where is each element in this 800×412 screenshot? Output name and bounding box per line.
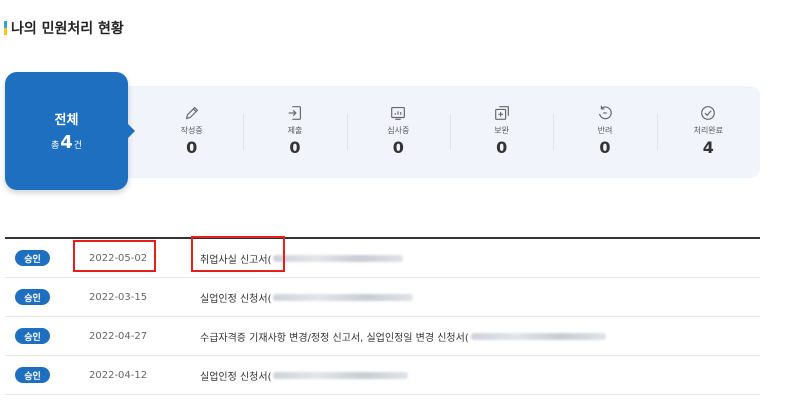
pencil-icon bbox=[185, 106, 198, 120]
supplement-icon bbox=[494, 106, 509, 120]
row-date: 2022-04-27 bbox=[89, 330, 148, 342]
status-value: 0 bbox=[392, 138, 404, 157]
row-date: 2022-03-15 bbox=[89, 291, 148, 303]
table-row[interactable]: 승인 2022-05-02 취업사실 신고서( bbox=[5, 239, 760, 278]
status-value: 0 bbox=[289, 138, 301, 157]
status-item-submitted[interactable]: 제출 0 bbox=[243, 86, 346, 178]
status-item-writing[interactable]: 작성중 0 bbox=[140, 86, 243, 178]
page-title-text: 나의 민원처리 현황 bbox=[11, 21, 124, 37]
table-row[interactable]: 승인 2022-04-12 실업인정 신청서( bbox=[5, 356, 760, 395]
row-document-title: 실업인정 신청서( bbox=[200, 293, 272, 305]
row-document-title: 취업사실 신고서( bbox=[200, 254, 272, 266]
status-label: 작성중 bbox=[180, 126, 203, 135]
return-icon bbox=[598, 105, 612, 120]
status-value: 4 bbox=[702, 138, 714, 157]
summary-label: 전체 bbox=[54, 113, 79, 128]
check-circle-icon bbox=[701, 106, 716, 120]
summary-prefix: 총 bbox=[50, 141, 60, 151]
submit-icon bbox=[288, 106, 301, 120]
status-value: 0 bbox=[496, 138, 508, 157]
status-item-completed[interactable]: 처리완료 4 bbox=[656, 86, 760, 178]
status-badge: 승인 bbox=[15, 328, 50, 344]
redacted-text bbox=[470, 332, 606, 340]
row-document-title: 수급자격증 기재사항 변경/정정 신고서, 실업인정일 변경 신청서( bbox=[200, 332, 469, 344]
row-document[interactable]: 실업인정 신청서( bbox=[200, 290, 414, 305]
status-value: 0 bbox=[599, 138, 611, 157]
status-badge: 승인 bbox=[15, 250, 50, 266]
status-badge: 승인 bbox=[15, 367, 50, 383]
table-row[interactable]: 승인 2022-03-15 실업인정 신청서( bbox=[5, 278, 760, 317]
status-item-supplement[interactable]: 보완 0 bbox=[449, 86, 553, 178]
title-marker bbox=[4, 21, 7, 35]
status-label: 제출 bbox=[287, 126, 303, 135]
status-label: 심사중 bbox=[387, 126, 410, 135]
status-label: 반려 bbox=[597, 126, 613, 135]
status-item-reviewing[interactable]: 심사중 0 bbox=[346, 86, 450, 178]
summary-suffix: 건 bbox=[73, 141, 83, 151]
status-label: 처리완료 bbox=[693, 126, 724, 135]
status-item-returned[interactable]: 반려 0 bbox=[553, 86, 656, 178]
row-document[interactable]: 실업인정 신청서( bbox=[200, 368, 409, 383]
redacted-text bbox=[273, 293, 414, 301]
row-document-title: 실업인정 신청서( bbox=[200, 371, 272, 383]
row-date: 2022-05-02 bbox=[89, 252, 148, 264]
summary-count: 총 4 건 bbox=[51, 132, 82, 153]
row-document[interactable]: 수급자격증 기재사항 변경/정정 신고서, 실업인정일 변경 신청서( bbox=[200, 329, 606, 344]
table-row[interactable]: 승인 2022-04-27 수급자격증 기재사항 변경/정정 신고서, 실업인정… bbox=[5, 317, 760, 356]
status-label: 보완 bbox=[494, 126, 510, 135]
row-date: 2022-04-12 bbox=[89, 369, 148, 381]
status-strip: 작성중 0 제출 0 심사중 0 보완 0 반려 0 처리완료 4 bbox=[120, 86, 760, 178]
status-value: 0 bbox=[186, 138, 198, 157]
row-document[interactable]: 취업사실 신고서( bbox=[200, 251, 404, 266]
complaint-list: 승인 2022-05-02 취업사실 신고서( 승인 2022-03-15 실업… bbox=[5, 237, 760, 395]
summary-all-card[interactable]: 전체 총 4 건 bbox=[5, 72, 135, 190]
summary-count-value: 4 bbox=[60, 132, 73, 153]
status-badge: 승인 bbox=[15, 289, 50, 305]
redacted-text bbox=[273, 254, 404, 262]
redacted-text bbox=[273, 371, 409, 379]
review-icon bbox=[391, 107, 406, 120]
page-title: 나의 민원처리 현황 bbox=[4, 18, 124, 38]
